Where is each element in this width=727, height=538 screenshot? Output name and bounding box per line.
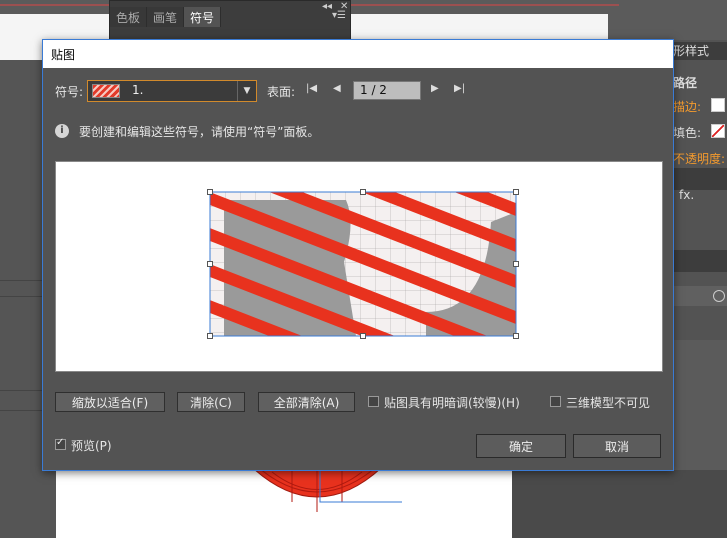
surface-preview [55, 161, 663, 372]
symbol-swatch [92, 84, 120, 98]
tab-brushes[interactable]: 画笔 [147, 7, 185, 27]
opacity-label[interactable]: 不透明度: [673, 150, 727, 167]
tab-graphic-styles[interactable]: 形样式 [673, 42, 727, 60]
bbox-handle[interactable] [207, 261, 213, 267]
chevron-down-icon[interactable]: ▼ [237, 81, 256, 101]
stroke-swatch[interactable] [711, 98, 725, 112]
prev-surface-icon[interactable]: ◀ [333, 83, 341, 94]
map-preview-art[interactable] [56, 162, 662, 371]
bbox-handle[interactable] [360, 333, 366, 339]
scale-to-fit-button[interactable]: 缩放以适合(F) [55, 392, 165, 412]
clear-button[interactable]: 清除(C) [177, 392, 245, 412]
surface-page-field[interactable]: 1 / 2 [353, 81, 421, 100]
cancel-button[interactable]: 取消 [573, 434, 661, 458]
invisible-geometry-label[interactable]: 三维模型不可见 [566, 394, 650, 411]
ok-button[interactable]: 确定 [476, 434, 566, 458]
last-surface-icon[interactable]: ▶| [454, 83, 465, 94]
symbol-value: 1. [132, 83, 144, 97]
bbox-handle[interactable] [207, 189, 213, 195]
dialog-title: 贴图 [51, 48, 76, 62]
shade-artwork-checkbox[interactable] [368, 396, 379, 407]
collapse-icon[interactable]: ◂◂ [322, 1, 332, 12]
map-art-dialog: 贴图 符号: 1. ▼ 表面: |◀ ◀ 1 / 2 ▶ ▶| i 要创建和编辑… [42, 39, 674, 471]
tab-swatches[interactable]: 色板 [110, 7, 148, 27]
bbox-handle[interactable] [207, 333, 213, 339]
dialog-titlebar[interactable]: 贴图 [43, 40, 673, 68]
symbol-dropdown[interactable]: 1. ▼ [87, 80, 257, 102]
right-dock-lower [512, 470, 727, 538]
invisible-geometry-checkbox[interactable] [550, 396, 561, 407]
next-surface-icon[interactable]: ▶ [431, 83, 439, 94]
bbox-handle[interactable] [360, 189, 366, 195]
bbox-handle[interactable] [513, 261, 519, 267]
bbox-handle[interactable] [513, 333, 519, 339]
properties-panel: 形样式 路径 描边: 填色: 不透明度: fx. [673, 40, 727, 340]
preview-label[interactable]: 预览(P) [71, 437, 112, 454]
shade-artwork-label[interactable]: 贴图具有明暗调(较慢)(H) [384, 394, 520, 411]
clear-all-button[interactable]: 全部清除(A) [258, 392, 355, 412]
bbox-handle[interactable] [513, 189, 519, 195]
info-icon: i [55, 124, 69, 138]
fx-button[interactable]: fx. [673, 188, 727, 202]
tab-symbols[interactable]: 符号 [184, 7, 222, 27]
target-circle-icon[interactable] [713, 290, 725, 302]
surface-label: 表面: [267, 85, 296, 99]
panel-menu-icon[interactable]: ▾☰ [332, 10, 346, 21]
fill-swatch[interactable] [711, 124, 725, 138]
first-surface-icon[interactable]: |◀ [306, 83, 317, 94]
info-text: 要创建和编辑这些符号，请使用“符号”面板。 [79, 125, 320, 139]
symbols-panel: ◂◂ ✕ 色板 画笔 符号 ▾☰ [109, 0, 351, 42]
path-label: 路径 [673, 76, 698, 90]
symbol-label: 符号: [55, 85, 84, 99]
preview-checkbox[interactable] [55, 437, 66, 450]
